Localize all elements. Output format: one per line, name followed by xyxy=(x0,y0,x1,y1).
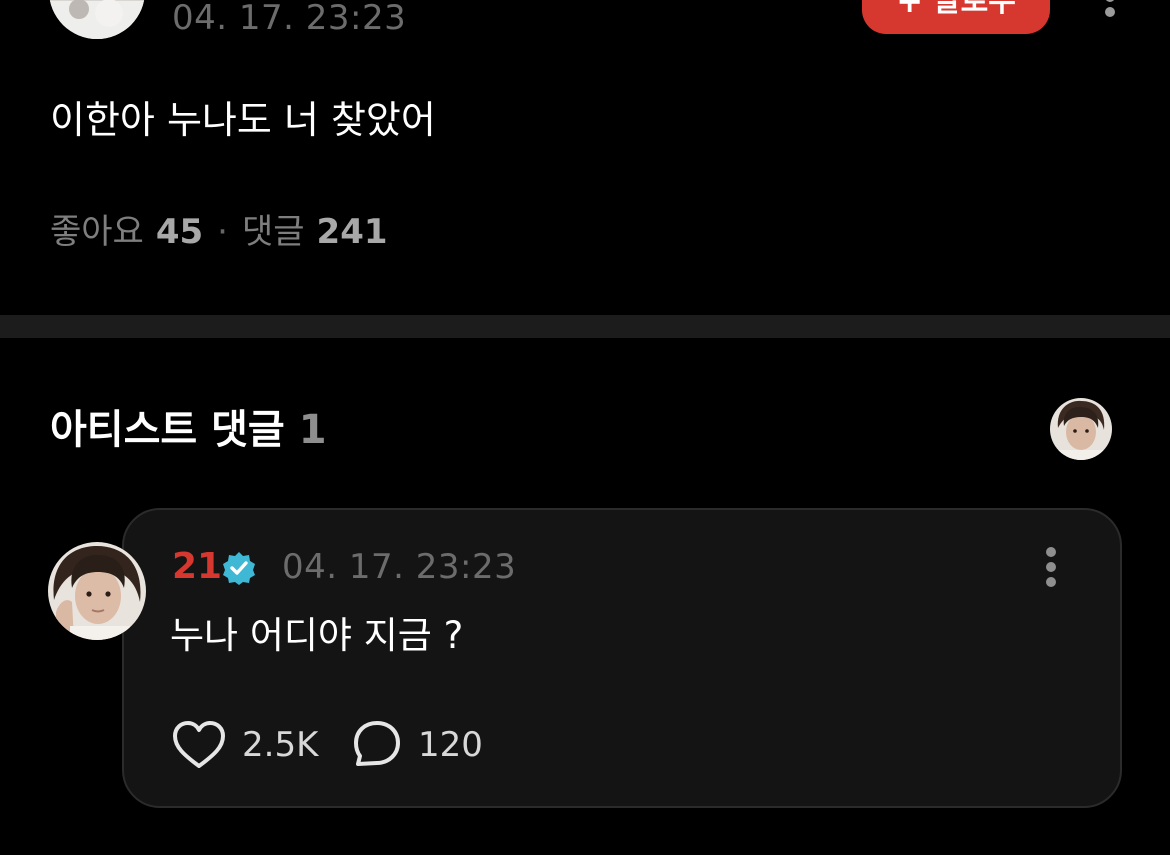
comment-more-options-icon[interactable] xyxy=(1040,547,1062,589)
comments-count[interactable]: 241 xyxy=(317,210,388,254)
post-author-avatar[interactable] xyxy=(49,0,145,39)
likes-count[interactable]: 45 xyxy=(156,210,203,254)
post-body-text: 이한아 누나도 너 찾았어 xyxy=(50,98,436,142)
comment-author-avatar[interactable] xyxy=(48,542,146,640)
artist-comments-heading: 아티스트 댓글 1 xyxy=(50,404,327,456)
post-timestamp: 04. 17. 23:23 xyxy=(172,0,407,38)
post-more-options-icon[interactable] xyxy=(1098,0,1122,36)
verified-badge-icon xyxy=(222,551,256,585)
artist-comments-title: 아티스트 댓글 xyxy=(50,407,285,453)
section-divider xyxy=(0,315,1170,338)
reply-count: 120 xyxy=(418,725,483,765)
like-count: 2.5K xyxy=(242,725,319,765)
likes-label: 좋아요 xyxy=(50,212,144,252)
comment-body-text: 누나 어디야 지금 ? xyxy=(170,614,464,657)
artist-comments-count: 1 xyxy=(298,407,327,453)
artist-avatar-thumbnail[interactable] xyxy=(1050,398,1112,460)
plus-icon: + xyxy=(896,0,923,20)
heart-icon[interactable] xyxy=(172,720,226,770)
speech-bubble-icon[interactable] xyxy=(352,719,402,769)
stats-separator: · xyxy=(217,212,228,252)
comments-label: 댓글 xyxy=(241,212,305,252)
follow-button-label: 팔로우 xyxy=(933,0,1016,19)
comment-timestamp: 04. 17. 23:23 xyxy=(282,547,517,587)
follow-button[interactable]: + 팔로우 xyxy=(862,0,1050,34)
post-stats: 좋아요 45 · 댓글 241 xyxy=(50,210,388,254)
comment-author-name[interactable]: 21 xyxy=(172,544,222,590)
